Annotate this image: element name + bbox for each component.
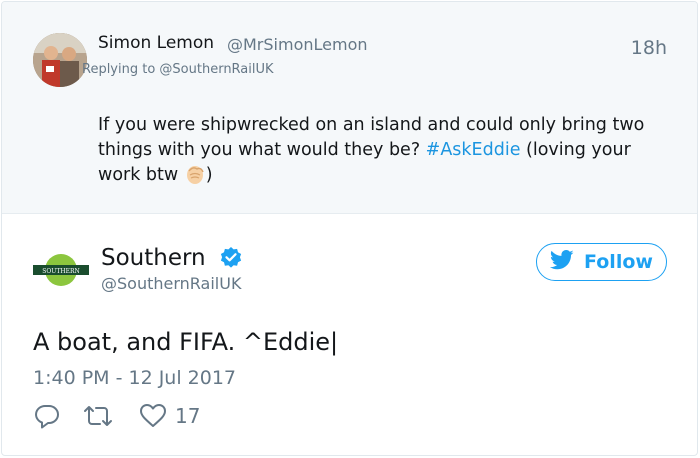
twitter-bird-icon [549,249,574,275]
hashtag-link[interactable]: #AskEddie [426,140,521,160]
like-count: 17 [175,404,201,428]
main-tweet-text: A boat, and FIFA. ^Eddie| [33,328,339,356]
heart-icon[interactable] [139,402,167,430]
main-tweet-timestamp[interactable]: 1:40 PM - 12 Jul 2017 [33,367,236,389]
verified-icon [219,246,243,270]
follow-button[interactable]: Follow [536,243,667,281]
retweet-icon[interactable] [81,402,115,430]
main-author-handle[interactable]: @SouthernRailUK [101,274,241,293]
southern-logo-avatar[interactable]: SOUTHERN [33,253,89,287]
reply-tweet[interactable]: Simon Lemon @MrSimonLemon 18h Replying t… [2,2,697,214]
reply-text-part3: ) [205,165,213,185]
reply-author-handle[interactable]: @MrSimonLemon [227,35,368,54]
reply-timestamp[interactable]: 18h [631,37,667,59]
clapping-hands-icon [184,163,206,185]
reply-tweet-text: If you were shipwrecked on an island and… [98,113,678,188]
southern-logo-text: SOUTHERN [42,268,79,275]
tweet-card: Simon Lemon @MrSimonLemon 18h Replying t… [1,1,698,456]
replying-to-label[interactable]: Replying to @SouthernRailUK [82,62,274,77]
reply-author-name[interactable]: Simon Lemon [98,33,214,53]
main-author-name[interactable]: Southern [101,245,206,271]
follow-button-label: Follow [584,251,653,273]
avatar[interactable] [33,33,87,87]
reply-icon[interactable] [33,402,61,430]
